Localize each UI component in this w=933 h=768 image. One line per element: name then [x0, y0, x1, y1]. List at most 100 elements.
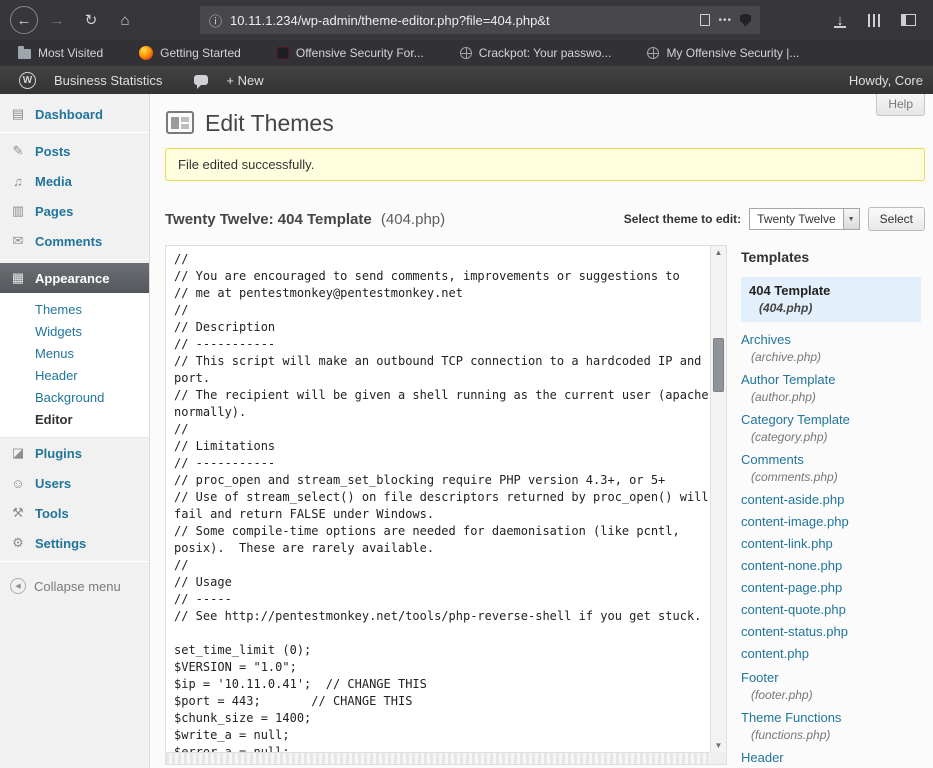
scrollbar-thumb[interactable]: [713, 338, 724, 392]
bookmark-getting-started[interactable]: Getting Started: [139, 46, 241, 60]
sidebar-icon: [901, 14, 916, 26]
sidebar-item-plugins[interactable]: ◪ Plugins: [0, 438, 149, 468]
shield-icon[interactable]: [740, 14, 751, 27]
template-link[interactable]: content-quote.php: [741, 602, 921, 618]
sidebar-item-appearance[interactable]: ▦ Appearance: [0, 263, 149, 293]
template-link[interactable]: Archives: [741, 332, 921, 348]
template-item-content-none[interactable]: content-none.php: [741, 558, 921, 574]
users-icon: ☺: [9, 476, 27, 491]
sidebar-item-users[interactable]: ☺ Users: [0, 468, 149, 498]
home-button[interactable]: ⌂: [110, 5, 140, 35]
reload-icon: ↻: [85, 11, 98, 29]
template-item-functions[interactable]: Theme Functions (functions.php): [741, 710, 921, 742]
collapse-menu-button[interactable]: ◀ Collapse menu: [0, 578, 149, 594]
settings-icon: ⚙: [9, 535, 27, 551]
sidebar-item-comments[interactable]: ✉ Comments: [0, 226, 149, 256]
collapse-label: Collapse menu: [34, 579, 121, 594]
select-theme-button[interactable]: Select: [868, 207, 925, 231]
page-actions-icon[interactable]: •••: [718, 15, 732, 26]
template-item-content-quote[interactable]: content-quote.php: [741, 602, 921, 618]
back-button[interactable]: ←: [10, 6, 38, 34]
media-icon: ♫: [9, 174, 27, 189]
horizontal-scrollbar[interactable]: [166, 752, 710, 764]
sidebar-item-label: Dashboard: [35, 107, 103, 122]
template-link[interactable]: content-page.php: [741, 580, 921, 596]
scroll-up-arrow-icon[interactable]: ▲: [711, 248, 726, 257]
sidebar-item-label: Comments: [35, 234, 102, 249]
url-text[interactable]: 10.11.1.234/wp-admin/theme-editor.php?fi…: [230, 13, 692, 28]
templates-heading: Templates: [741, 249, 921, 265]
theme-select-value: Twenty Twelve: [750, 209, 842, 229]
template-link[interactable]: content-aside.php: [741, 492, 921, 508]
browser-toolbar: ← → ↻ ⌂ ⓘ 10.11.1.234/wp-admin/theme-edi…: [0, 0, 933, 40]
template-link[interactable]: 404 Template: [749, 283, 913, 299]
reader-mode-icon[interactable]: [700, 14, 710, 26]
theme-select[interactable]: Twenty Twelve ▼: [749, 208, 859, 230]
sidebar-item-settings[interactable]: ⚙ Settings: [0, 528, 149, 558]
sidebar-item-posts[interactable]: ✎ Posts: [0, 136, 149, 166]
template-item-author[interactable]: Author Template (author.php): [741, 372, 921, 404]
scroll-down-arrow-icon[interactable]: ▼: [711, 741, 726, 750]
theme-switch: Select theme to edit: Twenty Twelve ▼ Se…: [624, 207, 925, 231]
template-link[interactable]: Theme Functions: [741, 710, 921, 726]
template-item-content-aside[interactable]: content-aside.php: [741, 492, 921, 508]
library-icon: [868, 14, 881, 27]
submenu-item-header[interactable]: Header: [0, 365, 149, 387]
template-item-content-page[interactable]: content-page.php: [741, 580, 921, 596]
wp-logo-menu[interactable]: W: [10, 66, 45, 94]
bookmark-crackpot[interactable]: Crackpot: Your passwo...: [460, 46, 612, 60]
template-item-content-status[interactable]: content-status.php: [741, 624, 921, 640]
site-name-menu[interactable]: Business Statistics: [45, 66, 171, 94]
sidebar-item-label: Tools: [35, 506, 69, 521]
template-link[interactable]: Comments: [741, 452, 921, 468]
template-item-content[interactable]: content.php: [741, 646, 921, 662]
url-bar[interactable]: ⓘ 10.11.1.234/wp-admin/theme-editor.php?…: [200, 6, 760, 34]
template-link[interactable]: content-link.php: [741, 536, 921, 552]
vertical-scrollbar[interactable]: ▲ ▼: [710, 246, 726, 752]
reload-button[interactable]: ↻: [76, 5, 106, 35]
tools-icon: ⚒: [9, 505, 27, 521]
submenu-item-editor[interactable]: Editor: [0, 409, 149, 431]
template-item-404[interactable]: 404 Template (404.php): [741, 277, 921, 322]
bookmark-my-offensive-security[interactable]: My Offensive Security |...: [647, 46, 799, 60]
bookmark-most-visited[interactable]: Most Visited: [18, 46, 103, 60]
template-item-header[interactable]: Header (header.php): [741, 750, 921, 768]
sidebar-toggle-button[interactable]: [893, 5, 923, 35]
template-link[interactable]: content-image.php: [741, 514, 921, 530]
globe-icon: [460, 47, 472, 59]
template-filename: (comments.php): [741, 470, 921, 484]
help-button[interactable]: Help: [876, 94, 925, 116]
template-link[interactable]: Category Template: [741, 412, 921, 428]
new-content-menu[interactable]: + New: [217, 66, 272, 94]
howdy-account-menu[interactable]: Howdy, Core: [840, 66, 923, 94]
submenu-item-widgets[interactable]: Widgets: [0, 321, 149, 343]
forward-button[interactable]: →: [42, 5, 72, 35]
submenu-item-themes[interactable]: Themes: [0, 299, 149, 321]
template-link[interactable]: content-none.php: [741, 558, 921, 574]
download-button[interactable]: ↓: [825, 5, 855, 35]
template-link[interactable]: Header: [741, 750, 921, 766]
submenu-item-menus[interactable]: Menus: [0, 343, 149, 365]
sidebar-item-tools[interactable]: ⚒ Tools: [0, 498, 149, 528]
sidebar-item-media[interactable]: ♫ Media: [0, 166, 149, 196]
template-link[interactable]: Author Template: [741, 372, 921, 388]
code-textarea[interactable]: // // You are encouraged to send comment…: [166, 246, 710, 752]
template-item-category[interactable]: Category Template (category.php): [741, 412, 921, 444]
menu-separator: [0, 259, 149, 260]
library-button[interactable]: [859, 5, 889, 35]
template-item-archives[interactable]: Archives (archive.php): [741, 332, 921, 364]
bookmark-offensive-security[interactable]: Offensive Security For...: [277, 46, 424, 60]
sidebar-item-dashboard[interactable]: ▤ Dashboard: [0, 99, 149, 129]
template-link[interactable]: content.php: [741, 646, 921, 662]
template-link[interactable]: content-status.php: [741, 624, 921, 640]
site-info-icon[interactable]: ⓘ: [209, 11, 222, 30]
template-item-content-image[interactable]: content-image.php: [741, 514, 921, 530]
sidebar-item-pages[interactable]: ▥ Pages: [0, 196, 149, 226]
comments-menu[interactable]: [185, 66, 217, 94]
template-link[interactable]: Footer: [741, 670, 921, 686]
submenu-item-background[interactable]: Background: [0, 387, 149, 409]
template-item-comments[interactable]: Comments (comments.php): [741, 452, 921, 484]
template-filename: (functions.php): [741, 728, 921, 742]
template-item-footer[interactable]: Footer (footer.php): [741, 670, 921, 702]
template-item-content-link[interactable]: content-link.php: [741, 536, 921, 552]
